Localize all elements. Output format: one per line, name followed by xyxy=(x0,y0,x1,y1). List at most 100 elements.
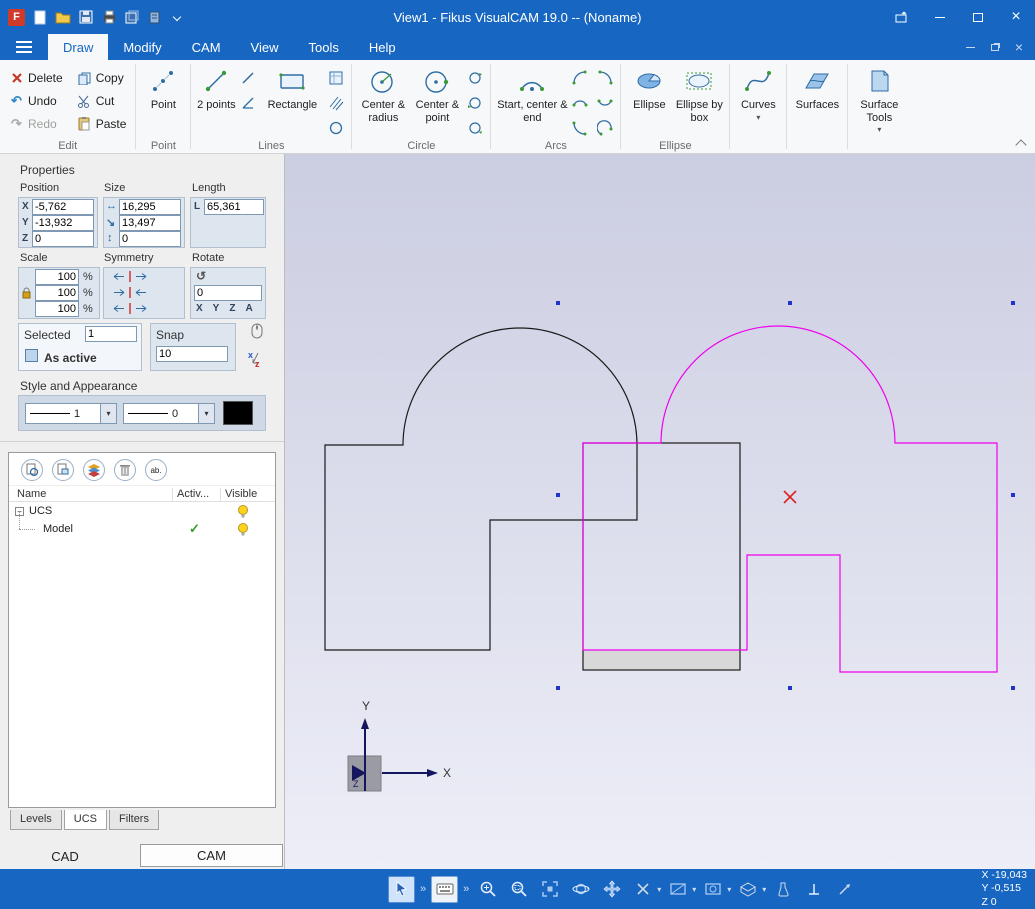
curves-dropdown-icon[interactable]: ▾ xyxy=(756,113,760,122)
rectangle-button[interactable]: Rectangle xyxy=(259,63,325,112)
work-plane-dropdown-icon[interactable]: ▾ xyxy=(692,885,696,894)
arc-variant-3-icon[interactable] xyxy=(569,92,591,114)
redo-button[interactable]: ↷ Redo xyxy=(4,112,68,135)
line-style-combo[interactable]: 0 ▾ xyxy=(123,403,215,424)
tree-row-model[interactable]: Model ✓ xyxy=(9,520,275,538)
column-active[interactable]: Activ... xyxy=(177,488,209,500)
arc-variant-1-icon[interactable] xyxy=(569,67,591,89)
mdi-close-icon[interactable]: × xyxy=(1015,40,1023,54)
close-button[interactable]: × xyxy=(997,0,1035,34)
tab-ucs[interactable]: UCS xyxy=(64,810,107,830)
circle-tangent-3-icon[interactable] xyxy=(464,117,486,139)
keyboard-input-button[interactable] xyxy=(431,876,458,903)
trash-icon[interactable] xyxy=(114,459,136,481)
color-swatch[interactable] xyxy=(223,401,253,425)
arc-start-center-end-button[interactable]: Start, center & end xyxy=(495,63,569,124)
mdi-restore-icon[interactable] xyxy=(991,44,999,51)
mouse-icon[interactable] xyxy=(250,322,264,343)
profile-icon[interactable] xyxy=(325,67,347,89)
options-icon[interactable] xyxy=(147,9,163,25)
visible-bulb-icon[interactable] xyxy=(237,522,249,540)
view-plane-dropdown-icon[interactable]: ▾ xyxy=(727,885,731,894)
snap-dropdown-icon[interactable]: ▾ xyxy=(657,885,661,894)
cut-button[interactable]: Cut xyxy=(72,89,132,112)
tab-view[interactable]: View xyxy=(236,34,294,60)
axis-lock-button[interactable] xyxy=(800,876,827,903)
orbit-button[interactable] xyxy=(567,876,594,903)
hamburger-menu-button[interactable] xyxy=(0,34,48,60)
mirror-x-button[interactable] xyxy=(110,270,150,286)
surface-tools-button[interactable]: Surface Tools ▾ xyxy=(852,63,906,134)
new-document-icon[interactable] xyxy=(32,9,48,25)
snap-settings-button[interactable] xyxy=(629,876,656,903)
snap-input[interactable] xyxy=(156,346,228,362)
scale-x-input[interactable] xyxy=(35,269,79,285)
arc-variant-6-icon[interactable] xyxy=(594,117,616,139)
ellipse-by-box-button[interactable]: Ellipse by box xyxy=(673,63,725,124)
circle-small-icon[interactable] xyxy=(325,117,347,139)
minimize-button[interactable] xyxy=(921,0,959,34)
line-angle-icon[interactable] xyxy=(237,92,259,114)
tab-filters[interactable]: Filters xyxy=(109,810,159,830)
tree-row-label[interactable]: Model xyxy=(43,523,73,535)
app-logo-icon[interactable]: F xyxy=(8,9,25,26)
rotate-a-button[interactable]: A xyxy=(243,303,254,314)
mirror-y-button[interactable] xyxy=(110,286,150,302)
tab-cam[interactable]: CAM xyxy=(177,34,236,60)
sketch-button[interactable] xyxy=(831,876,858,903)
zoom-window-button[interactable] xyxy=(505,876,532,903)
qat-dropdown-icon[interactable] xyxy=(173,13,181,21)
tab-tools[interactable]: Tools xyxy=(293,34,353,60)
undo-button[interactable]: ↶ Undo xyxy=(4,89,68,112)
position-y-input[interactable] xyxy=(32,215,94,231)
line-width-dropdown-icon[interactable]: ▾ xyxy=(100,404,116,423)
position-z-input[interactable] xyxy=(32,231,94,247)
rotate-y-button[interactable]: Y xyxy=(211,303,222,314)
view-plane-button[interactable] xyxy=(699,876,726,903)
save-icon[interactable] xyxy=(78,9,94,25)
circle-tangent-2-icon[interactable] xyxy=(464,92,486,114)
ribbon-collapse-icon[interactable] xyxy=(1015,139,1026,150)
column-name[interactable]: Name xyxy=(17,488,46,500)
scale-z-input[interactable] xyxy=(35,301,79,317)
as-active-checkbox[interactable] xyxy=(25,349,38,362)
measure-button[interactable] xyxy=(769,876,796,903)
viewport[interactable]: Z Y X xyxy=(285,154,1035,869)
arc-variant-4-icon[interactable] xyxy=(594,92,616,114)
maximize-button[interactable] xyxy=(959,0,997,34)
toolbar-overflow-icon[interactable]: » xyxy=(420,883,426,895)
save-all-icon[interactable] xyxy=(124,9,140,25)
toolbar-overflow-icon[interactable]: » xyxy=(463,883,469,895)
canvas-background[interactable] xyxy=(285,154,1035,869)
ellipse-button[interactable]: Ellipse xyxy=(625,63,673,112)
rename-icon[interactable]: ab. xyxy=(145,459,167,481)
size-width-input[interactable] xyxy=(119,199,181,215)
line-diagonal-icon[interactable] xyxy=(237,67,259,89)
tab-draw[interactable]: Draw xyxy=(48,34,108,60)
point-button[interactable]: Point xyxy=(140,63,186,112)
tree-row-label[interactable]: UCS xyxy=(29,505,52,517)
float-window-button[interactable] xyxy=(883,0,921,34)
copy-button[interactable]: Copy xyxy=(72,66,132,89)
tab-help[interactable]: Help xyxy=(354,34,411,60)
size-height-input[interactable] xyxy=(119,215,181,231)
circle-tangent-1-icon[interactable] xyxy=(464,67,486,89)
mdi-minimize-icon[interactable] xyxy=(966,47,975,48)
new-ucs-icon[interactable] xyxy=(21,459,43,481)
display-mode-dropdown-icon[interactable]: ▾ xyxy=(762,885,766,894)
multiline-icon[interactable] xyxy=(325,92,347,114)
arc-variant-2-icon[interactable] xyxy=(594,67,616,89)
select-tool-button[interactable] xyxy=(388,876,415,903)
work-plane-button[interactable] xyxy=(664,876,691,903)
rotate-icon[interactable]: ↺ xyxy=(196,269,206,283)
delete-button[interactable]: Delete xyxy=(4,66,68,89)
layers-icon[interactable] xyxy=(83,459,105,481)
zoom-in-button[interactable] xyxy=(474,876,501,903)
circle-center-point-button[interactable]: Center & point xyxy=(410,63,464,124)
scale-y-input[interactable] xyxy=(35,285,79,301)
curves-button[interactable]: Curves ▾ xyxy=(734,63,782,122)
cad-tab[interactable]: CAD xyxy=(0,849,130,864)
pan-button[interactable] xyxy=(598,876,625,903)
rotate-x-button[interactable]: X xyxy=(194,303,205,314)
rectangle-bottom-strip[interactable] xyxy=(583,650,740,670)
